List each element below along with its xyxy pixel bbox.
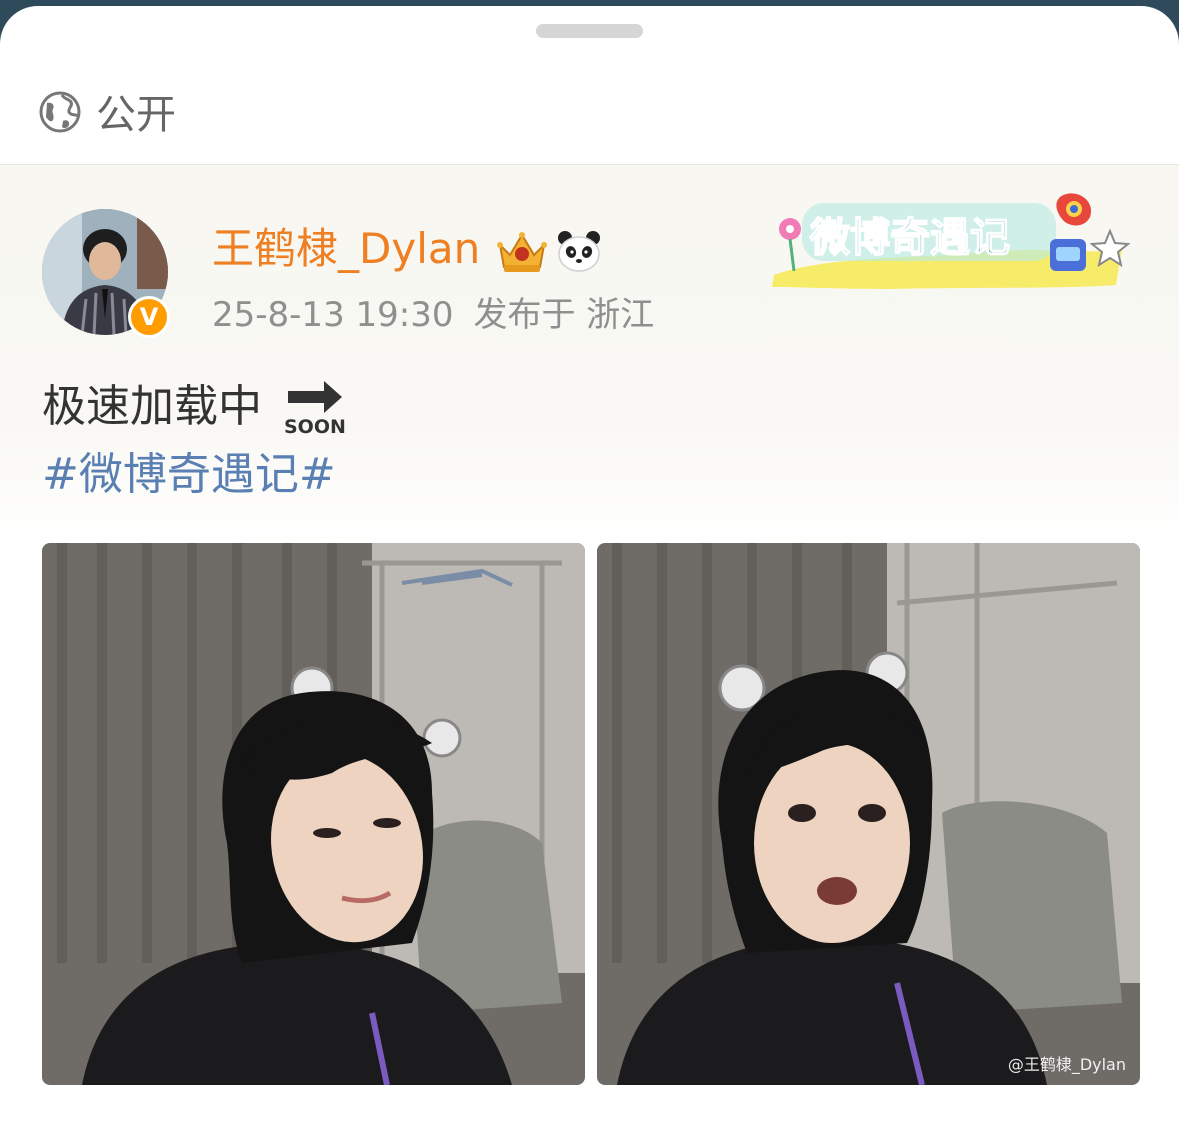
post-photo-1[interactable] (42, 543, 585, 1085)
visibility-label: 公开 (96, 92, 176, 138)
verified-badge: V (128, 296, 170, 338)
post-photo-2[interactable]: @王鹤棣_Dylan (597, 543, 1140, 1085)
svg-text:SOON: SOON (284, 416, 346, 437)
photo-watermark: @王鹤棣_Dylan (1007, 1055, 1126, 1074)
visibility-selector[interactable]: 公开 (0, 66, 1179, 165)
post-location: 发布于 浙江 (473, 295, 655, 335)
panda-icon[interactable] (556, 229, 602, 273)
post-text: 极速加载中 (42, 381, 262, 432)
event-sticker-text: 微博奇遇记 (809, 215, 1010, 261)
post-timestamp: 25-8-13 19:30 (212, 295, 454, 335)
hashtag-link[interactable]: #微博奇遇记# (42, 447, 336, 503)
crown-icon[interactable] (494, 227, 550, 275)
post-card[interactable]: V 王鹤棣_Dylan 25-8-13 19:30 发布于 浙江 微博奇遇记 极… (0, 165, 1179, 1122)
author-name[interactable]: 王鹤棣_Dylan (212, 223, 480, 275)
photo-2-image (597, 543, 1140, 1085)
post-meta: 25-8-13 19:30 发布于 浙江 (212, 293, 654, 337)
globe-icon (39, 91, 81, 133)
soon-arrow-icon: SOON (284, 381, 346, 437)
photo-1-image (42, 543, 585, 1085)
bottom-sheet: 公开 V 王鹤棣_Dylan 25-8-13 19:30 发布于 浙江 微博奇遇… (0, 6, 1179, 1122)
sheet-grabber[interactable] (536, 24, 643, 38)
event-sticker[interactable]: 微博奇遇记 (770, 189, 1136, 295)
